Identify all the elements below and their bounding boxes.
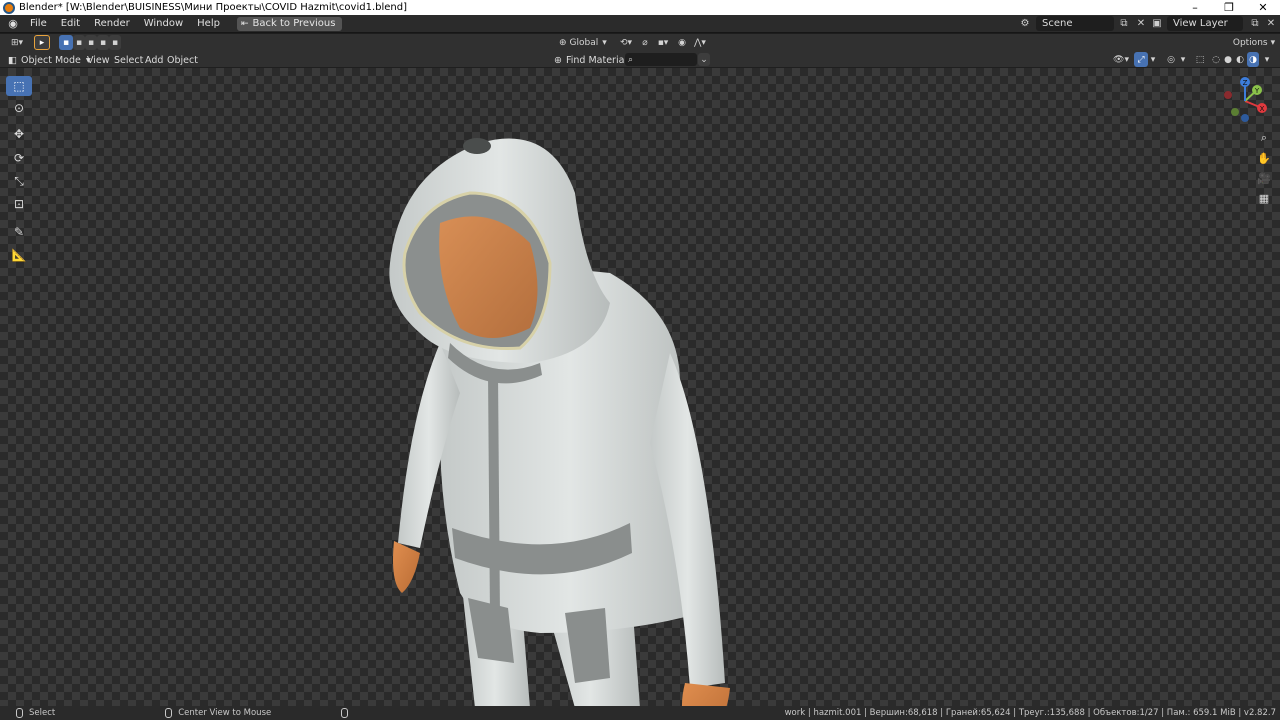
menu-view[interactable]: View	[87, 52, 110, 68]
view-layer-delete-icon[interactable]: ✕	[1264, 17, 1278, 30]
menu-file[interactable]: File	[23, 15, 54, 33]
window-titlebar: Blender* [W:\Blender\BUISINESS\Мини Прое…	[0, 0, 1280, 15]
gizmo-x-label: X	[1260, 105, 1265, 113]
mode-label: Object Mode	[20, 54, 81, 66]
status-context-hint	[341, 708, 349, 718]
select-subtract-icon[interactable]: ▪	[85, 35, 97, 50]
menu-select[interactable]: Select	[114, 52, 143, 68]
tool-header: ⊞▾ ▸ ▪ ▪ ▪ ▪ ▪ ⊕ Global ▾ ⟲▾ ⌀ ▪▾ ◉ ⋀▾ O…	[0, 34, 1280, 52]
transform-tool-icon[interactable]: ⊡	[6, 194, 32, 214]
chevron-down-icon[interactable]: ▾	[1262, 52, 1272, 67]
mouse-middle-icon	[165, 708, 173, 718]
maximize-button[interactable]: ❐	[1212, 0, 1246, 15]
blender-menu-icon[interactable]: ◉	[6, 17, 20, 31]
materials-icon: ⊕	[554, 54, 562, 66]
menu-help[interactable]: Help	[190, 15, 227, 33]
chevron-down-icon: ▾	[602, 37, 607, 48]
find-materials-label: Find Materials	[565, 54, 632, 66]
annotate-tool-icon[interactable]: ✎	[6, 222, 32, 242]
menu-window[interactable]: Window	[137, 15, 190, 33]
back-arrow-icon: ⇤	[240, 18, 249, 29]
3d-viewport[interactable]: ⬚ ⊙ ✥ ⟳ ⤡ ⊡ ✎ 📐 X Y Z ⌕ ✋ 🎥 ▦	[0, 68, 1280, 706]
snap-element-icon[interactable]: ▪▾	[652, 35, 674, 50]
orientation-label: Global	[569, 37, 599, 48]
status-select-hint: Select	[8, 708, 55, 718]
scene-delete-icon[interactable]: ✕	[1134, 17, 1148, 30]
view-layer-field[interactable]: View Layer	[1167, 16, 1243, 31]
hazmat-suit-model[interactable]	[380, 113, 740, 706]
snap-toggle-icon[interactable]: ⌀	[638, 35, 652, 50]
zoom-view-icon[interactable]: ⌕	[1254, 128, 1274, 148]
orientation-dropdown[interactable]: ⊕ Global ▾	[556, 35, 612, 50]
select-intersect-icon[interactable]: ▪	[109, 35, 121, 50]
overlays-toggle-icon[interactable]: ◎	[1164, 52, 1178, 67]
visibility-dropdown-icon[interactable]: 👁▾	[1110, 52, 1132, 67]
select-extend-icon[interactable]: ▪	[73, 35, 85, 50]
rendered-shading-icon[interactable]: ◑	[1247, 52, 1259, 67]
camera-view-icon[interactable]: 🎥	[1254, 168, 1274, 188]
mouse-left-icon	[16, 708, 23, 718]
perspective-toggle-icon[interactable]: ▦	[1254, 188, 1274, 208]
chevron-down-icon: ▾	[1270, 37, 1276, 48]
window-title: Blender* [W:\Blender\BUISINESS\Мини Прое…	[19, 2, 407, 13]
cursor-tool-icon[interactable]: ⊙	[6, 98, 32, 118]
orientation-icon: ⊕	[559, 37, 567, 48]
proportional-falloff-icon[interactable]: ⋀▾	[690, 35, 710, 50]
pivot-point-icon[interactable]: ⟲▾	[614, 35, 638, 50]
gizmo-z-label: Z	[1243, 79, 1248, 87]
proportional-editing-icon[interactable]: ◉	[676, 35, 688, 50]
wireframe-shading-icon[interactable]: ◌	[1210, 52, 1222, 67]
view-layer-browse-icon[interactable]: ▣	[1150, 17, 1164, 30]
menu-edit[interactable]: Edit	[54, 15, 87, 33]
search-options-icon[interactable]: ⌄	[698, 53, 710, 66]
scene-statistics: work | hazmit.001 | Вершин:68,618 | Гран…	[784, 708, 1276, 718]
gizmo-toggle-icon[interactable]: ⤢	[1134, 52, 1148, 67]
object-mode-icon: ◧	[8, 54, 17, 66]
menu-add[interactable]: Add	[145, 52, 163, 68]
move-tool-icon[interactable]: ✥	[6, 124, 32, 144]
status-bar: Select Center View to Mouse work | hazmi…	[0, 706, 1280, 720]
gizmo-neg-x	[1224, 91, 1232, 99]
back-to-previous-button[interactable]: ⇤ Back to Previous	[236, 16, 343, 31]
close-button[interactable]: ✕	[1246, 0, 1280, 15]
status-center-view-label: Center View to Mouse	[178, 708, 272, 718]
scene-field[interactable]: Scene	[1036, 16, 1114, 31]
pan-view-icon[interactable]: ✋	[1254, 148, 1274, 168]
chevron-down-icon[interactable]: ▾	[1178, 52, 1188, 67]
view-layer-new-icon[interactable]: ⧉	[1248, 17, 1262, 30]
measure-tool-icon[interactable]: 📐	[6, 245, 32, 265]
mode-dropdown[interactable]: ◧ Object Mode ▾	[8, 52, 91, 68]
navigation-gizmo[interactable]: X Y Z	[1220, 76, 1276, 126]
minimize-button[interactable]: –	[1178, 0, 1212, 15]
solid-shading-icon[interactable]: ●	[1222, 52, 1234, 67]
options-label: Options	[1232, 37, 1268, 48]
scene-browse-icon[interactable]: ⚙	[1018, 17, 1032, 30]
menu-render[interactable]: Render	[87, 15, 137, 33]
gizmo-y-label: Y	[1254, 87, 1260, 95]
material-search-input[interactable]: ⌕	[625, 53, 697, 66]
scene-new-icon[interactable]: ⧉	[1117, 17, 1131, 30]
status-select-label: Select	[29, 708, 56, 718]
gizmo-neg-z	[1241, 114, 1249, 122]
editor-type-icon[interactable]: ⊞▾	[6, 35, 28, 50]
select-invert-icon[interactable]: ▪	[97, 35, 109, 50]
xray-toggle-icon[interactable]: ⬚	[1194, 52, 1206, 67]
rotate-tool-icon[interactable]: ⟳	[6, 148, 32, 168]
menu-object[interactable]: Object	[167, 52, 198, 68]
blender-logo-icon	[3, 1, 15, 14]
scale-tool-icon[interactable]: ⤡	[6, 171, 32, 191]
options-dropdown[interactable]: Options ▾	[1232, 35, 1276, 50]
search-icon: ⌕	[628, 54, 634, 65]
back-to-previous-label: Back to Previous	[252, 18, 336, 29]
select-tool-icon[interactable]: ▸	[34, 35, 50, 50]
viewport-header: ◧ Object Mode ▾ View Select Add Object ⊕…	[0, 52, 1280, 68]
select-box-tool-icon[interactable]: ⬚	[6, 76, 32, 96]
gizmo-neg-y	[1231, 108, 1239, 116]
select-new-icon[interactable]: ▪	[59, 35, 73, 50]
mouse-right-icon	[341, 708, 349, 718]
chevron-down-icon[interactable]: ▾	[1148, 52, 1158, 67]
material-shading-icon[interactable]: ◐	[1234, 52, 1246, 67]
status-center-view-hint: Center View to Mouse	[165, 708, 271, 718]
